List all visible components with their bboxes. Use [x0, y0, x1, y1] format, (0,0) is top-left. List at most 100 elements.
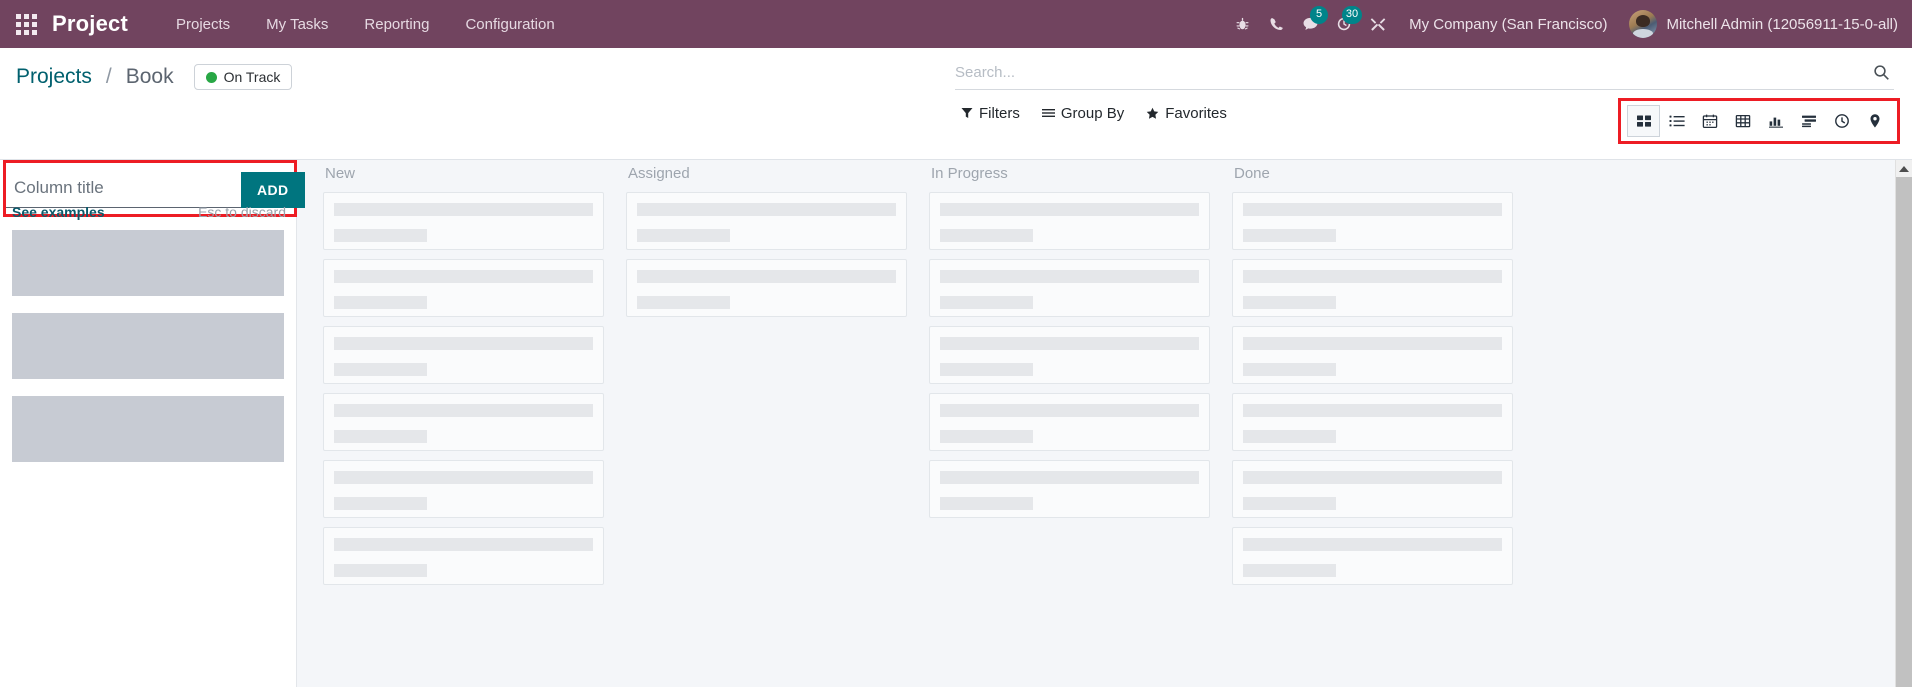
vertical-scrollbar[interactable] — [1895, 160, 1912, 687]
activities-badge: 30 — [1341, 6, 1363, 24]
kanban-card-skeleton[interactable] — [323, 393, 604, 451]
skeleton-line-primary — [334, 538, 593, 551]
kanban-card-skeleton[interactable] — [929, 393, 1210, 451]
favorites-dropdown[interactable]: Favorites — [1146, 105, 1227, 122]
phone-icon[interactable] — [1259, 0, 1293, 48]
apps-grid-icon[interactable] — [0, 0, 52, 48]
avatar — [1629, 10, 1658, 38]
activities-clock-icon[interactable]: 30 — [1327, 0, 1363, 48]
column-title-input[interactable] — [6, 172, 241, 208]
skeleton-line-primary — [940, 471, 1199, 484]
scrollbar-thumb[interactable] — [1896, 177, 1912, 687]
skeleton-line-secondary — [1243, 229, 1337, 242]
kanban-column-title[interactable]: Assigned — [626, 160, 907, 192]
calendar-view-button[interactable] — [1693, 105, 1726, 137]
skeleton-line-secondary — [940, 497, 1034, 510]
skeleton-line-primary — [940, 203, 1199, 216]
breadcrumb: Projects / Book On Track — [0, 48, 293, 90]
breadcrumb-separator: / — [105, 65, 112, 88]
kanban-column: Assigned — [626, 160, 907, 594]
skeleton-line-secondary — [940, 229, 1034, 242]
company-selector[interactable]: My Company (San Francisco) — [1395, 16, 1621, 33]
kanban-card-skeleton[interactable] — [323, 460, 604, 518]
new-column-panel: ADD See examples Esc to discard — [0, 160, 305, 687]
skeleton-line-primary — [1243, 404, 1502, 417]
kanban-card-skeleton[interactable] — [1232, 192, 1513, 250]
kanban-column: In Progress — [929, 160, 1210, 594]
skeleton-line-primary — [1243, 270, 1502, 283]
kanban-card-skeleton[interactable] — [929, 460, 1210, 518]
bug-icon[interactable] — [1225, 0, 1259, 48]
kanban-view-button[interactable] — [1627, 105, 1660, 137]
skeleton-line-primary — [637, 270, 896, 283]
breadcrumb-projects-link[interactable]: Projects — [16, 65, 92, 89]
kanban-card-skeleton[interactable] — [929, 326, 1210, 384]
kanban-card-skeleton[interactable] — [1232, 393, 1513, 451]
skeleton-line-secondary — [1243, 430, 1337, 443]
menu-item-reporting[interactable]: Reporting — [346, 2, 447, 47]
see-examples-link[interactable]: See examples — [12, 204, 105, 220]
status-dot-icon — [205, 71, 217, 83]
menu-item-configuration[interactable]: Configuration — [447, 2, 572, 47]
kanban-column: Done — [1232, 160, 1513, 594]
search-icon[interactable] — [1868, 64, 1894, 81]
gantt-view-button[interactable] — [1792, 105, 1825, 137]
user-menu[interactable]: Mitchell Admin (12056911-15-0-all) — [1621, 10, 1898, 38]
kanban-card-skeleton[interactable] — [1232, 326, 1513, 384]
skeleton-line-primary — [334, 337, 593, 350]
skeleton-line-primary — [940, 270, 1199, 283]
skeleton-line-secondary — [1243, 296, 1337, 309]
user-name-label: Mitchell Admin (12056911-15-0-all) — [1666, 15, 1898, 33]
kanban-card-skeleton[interactable] — [929, 192, 1210, 250]
search-input[interactable] — [955, 64, 1868, 81]
kanban-card-skeleton[interactable] — [929, 259, 1210, 317]
esc-to-discard-hint: Esc to discard — [198, 204, 286, 220]
favorites-label: Favorites — [1165, 104, 1227, 122]
messages-badge: 5 — [1310, 6, 1329, 24]
pivot-view-button[interactable] — [1726, 105, 1759, 137]
kanban-column-title[interactable]: Done — [1232, 160, 1513, 192]
menu-item-my-tasks[interactable]: My Tasks — [248, 2, 346, 47]
scroll-up-arrow-icon[interactable] — [1896, 160, 1912, 177]
graph-view-button[interactable] — [1759, 105, 1792, 137]
menu-item-projects[interactable]: Projects — [158, 2, 248, 47]
kanban-column-title[interactable]: New — [323, 160, 604, 192]
skeleton-line-secondary — [1243, 497, 1337, 510]
kanban-column-title[interactable]: In Progress — [929, 160, 1210, 192]
skeleton-line-primary — [637, 203, 896, 216]
filters-label: Filters — [979, 104, 1020, 122]
skeleton-line-secondary — [334, 564, 428, 577]
map-view-button[interactable] — [1858, 105, 1891, 137]
messages-icon[interactable]: 5 — [1293, 0, 1329, 48]
kanban-card-skeleton[interactable] — [1232, 259, 1513, 317]
kanban-card-skeleton[interactable] — [626, 259, 907, 317]
view-switcher — [1618, 98, 1900, 144]
kanban-card-skeleton[interactable] — [1232, 527, 1513, 585]
column-placeholder-block — [12, 230, 284, 296]
skeleton-line-secondary — [940, 363, 1034, 376]
kanban-card-skeleton[interactable] — [626, 192, 907, 250]
skeleton-line-secondary — [1243, 564, 1337, 577]
kanban-card-skeleton[interactable] — [323, 326, 604, 384]
skeleton-line-primary — [334, 203, 593, 216]
app-brand-title[interactable]: Project — [52, 11, 128, 37]
control-panel: Projects / Book On Track Filters — [0, 48, 1912, 160]
group-by-dropdown[interactable]: Group By — [1041, 105, 1124, 122]
add-column-button[interactable]: ADD — [241, 172, 305, 208]
status-badge[interactable]: On Track — [193, 64, 293, 90]
activity-view-button[interactable] — [1825, 105, 1858, 137]
search-bar — [955, 48, 1894, 90]
kanban-card-skeleton[interactable] — [323, 527, 604, 585]
skeleton-line-secondary — [334, 363, 428, 376]
skeleton-line-primary — [1243, 337, 1502, 350]
list-view-button[interactable] — [1660, 105, 1693, 137]
kanban-card-skeleton[interactable] — [323, 259, 604, 317]
kanban-card-skeleton[interactable] — [1232, 460, 1513, 518]
kanban-card-skeleton[interactable] — [323, 192, 604, 250]
hamburger-icon — [1041, 109, 1055, 117]
main-menu: Projects My Tasks Reporting Configuratio… — [158, 2, 573, 47]
filters-dropdown[interactable]: Filters — [961, 105, 1020, 122]
tools-wrench-icon[interactable] — [1361, 0, 1395, 48]
kanban-columns: New Assigned In Progress Done — [323, 160, 1912, 594]
star-icon — [1146, 107, 1159, 119]
